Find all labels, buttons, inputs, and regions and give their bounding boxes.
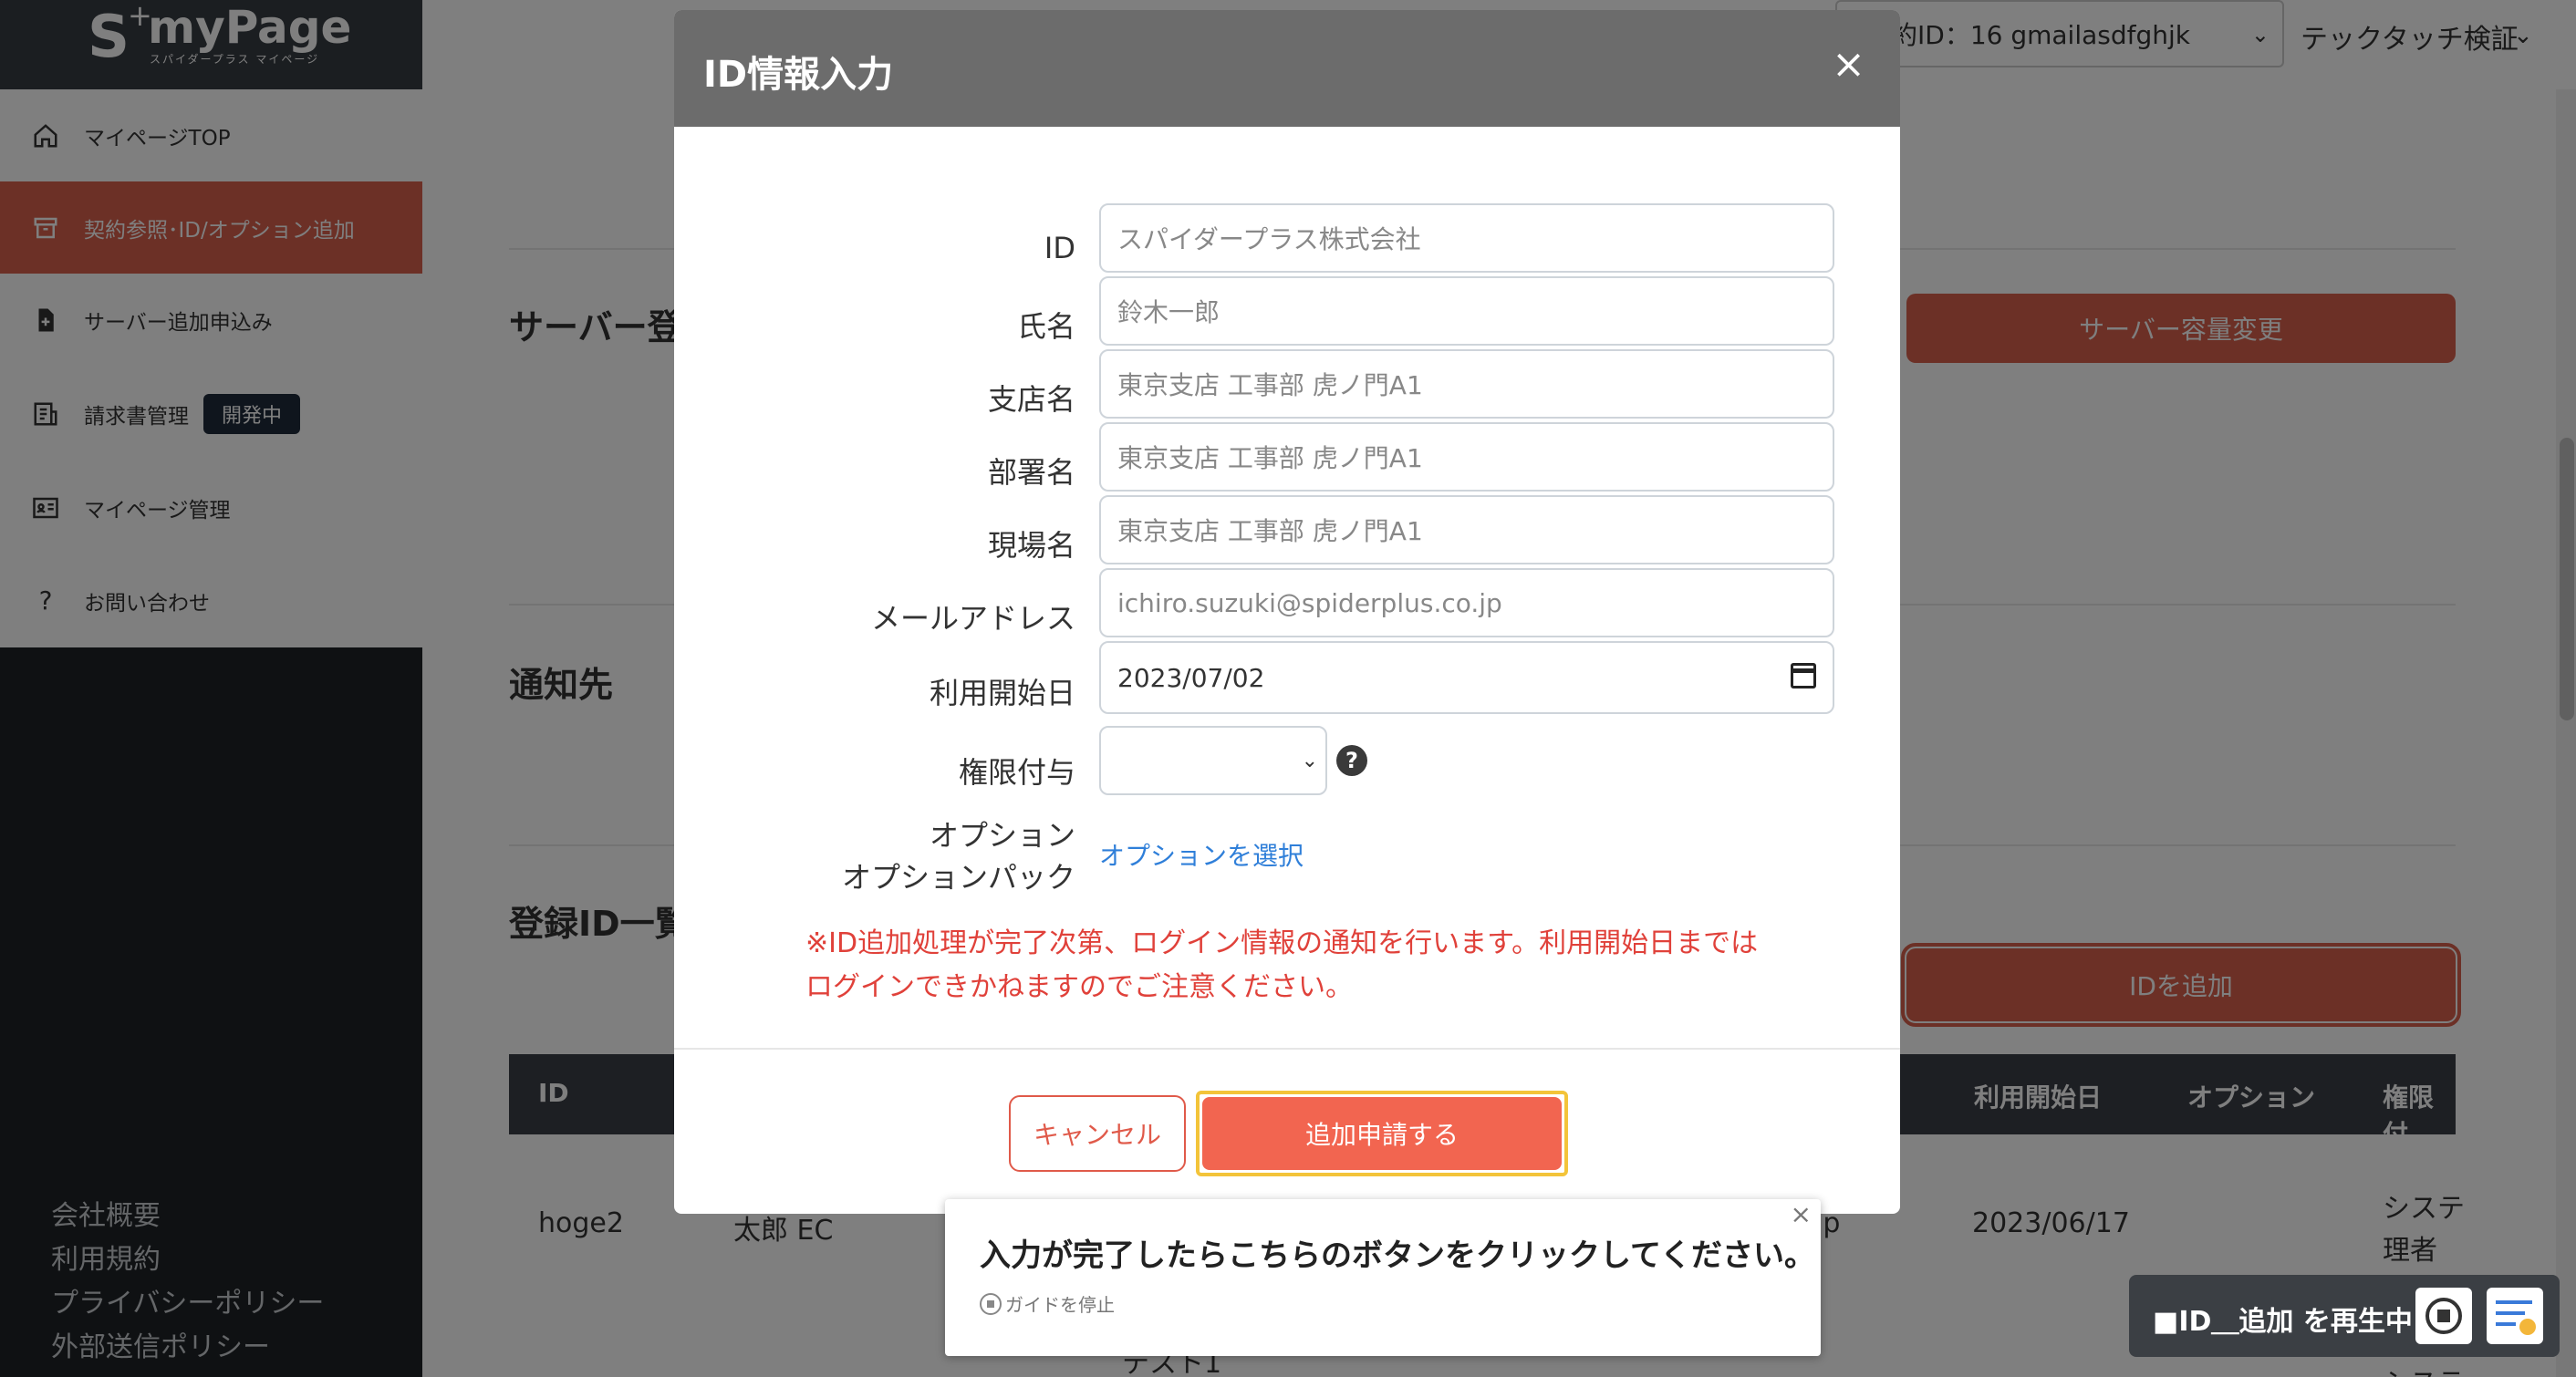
field-label: メールアドレス	[870, 601, 1075, 636]
field-label: 現場名	[987, 528, 1075, 563]
guide-tooltip: × 入力が完了したらこちらのボタンをクリックしてください。 ガイドを停止	[945, 1199, 1821, 1356]
modal-title: ID情報入力	[703, 54, 894, 96]
modal-header: ID情報入力 ×	[674, 10, 1900, 127]
calendar-icon[interactable]	[1791, 663, 1816, 688]
stop-icon	[2425, 1298, 2462, 1334]
notification-dot-icon	[2519, 1319, 2536, 1335]
stop-icon	[980, 1292, 1002, 1315]
id-info-modal: ID情報入力 × ID スパイダープラス株式会社 氏名 鈴木一郎 支店名 東京支…	[674, 10, 1900, 1214]
department-field[interactable]: 東京支店 工事部 虎ノ門A1	[1099, 422, 1834, 492]
id-field[interactable]: スパイダープラス株式会社	[1099, 203, 1834, 273]
warning-message: ※ID追加処理が完了次第、ログイン情報の通知を行います。利用開始日まではログイン…	[805, 927, 1759, 1003]
field-label: 権限付与	[958, 755, 1075, 790]
guide-list-button[interactable]	[2487, 1288, 2543, 1344]
stop-guide-button[interactable]: ガイドを停止	[980, 1290, 1115, 1317]
chevron-down-icon: ⌄	[1301, 750, 1318, 772]
help-icon[interactable]: ?	[1336, 745, 1367, 776]
option-pack-label: オプションパック	[841, 860, 1075, 895]
field-label: 氏名	[1016, 309, 1075, 344]
cancel-button[interactable]: キャンセル	[1009, 1095, 1186, 1172]
divider	[674, 1048, 1900, 1050]
branch-field[interactable]: 東京支店 工事部 虎ノ門A1	[1099, 349, 1834, 419]
site-field[interactable]: 東京支店 工事部 虎ノ門A1	[1099, 495, 1834, 564]
playback-status: ■ID＿追加 を再生中	[2153, 1306, 2413, 1338]
select-option-link[interactable]: オプションを選択	[1099, 836, 1304, 873]
submit-button[interactable]: 追加申請する	[1202, 1097, 1562, 1170]
start-date-field[interactable]: 2023/07/02	[1099, 641, 1834, 714]
playback-widget: ■ID＿追加 を再生中	[2129, 1275, 2560, 1357]
guide-arrow	[1368, 1184, 1401, 1200]
permission-select[interactable]: ⌄	[1099, 726, 1327, 795]
guide-message: 入力が完了したらこちらのボタンをクリックしてください。	[980, 1237, 1815, 1274]
field-label: 部署名	[987, 455, 1075, 490]
field-label: 利用開始日	[929, 676, 1075, 710]
stop-guide-label: ガイドを停止	[1005, 1294, 1115, 1316]
close-icon[interactable]: ×	[1791, 1199, 1812, 1229]
name-field[interactable]: 鈴木一郎	[1099, 276, 1834, 346]
field-label: 支店名	[987, 382, 1075, 417]
stop-playback-button[interactable]	[2415, 1288, 2472, 1344]
email-field[interactable]: ichiro.suzuki@spiderplus.co.jp	[1099, 568, 1834, 637]
start-date-value: 2023/07/02	[1117, 662, 1265, 693]
close-icon[interactable]: ×	[1832, 45, 1865, 85]
field-label: ID	[1044, 231, 1075, 265]
option-label: オプション	[929, 818, 1075, 853]
guide-highlight: 追加申請する	[1196, 1091, 1568, 1176]
